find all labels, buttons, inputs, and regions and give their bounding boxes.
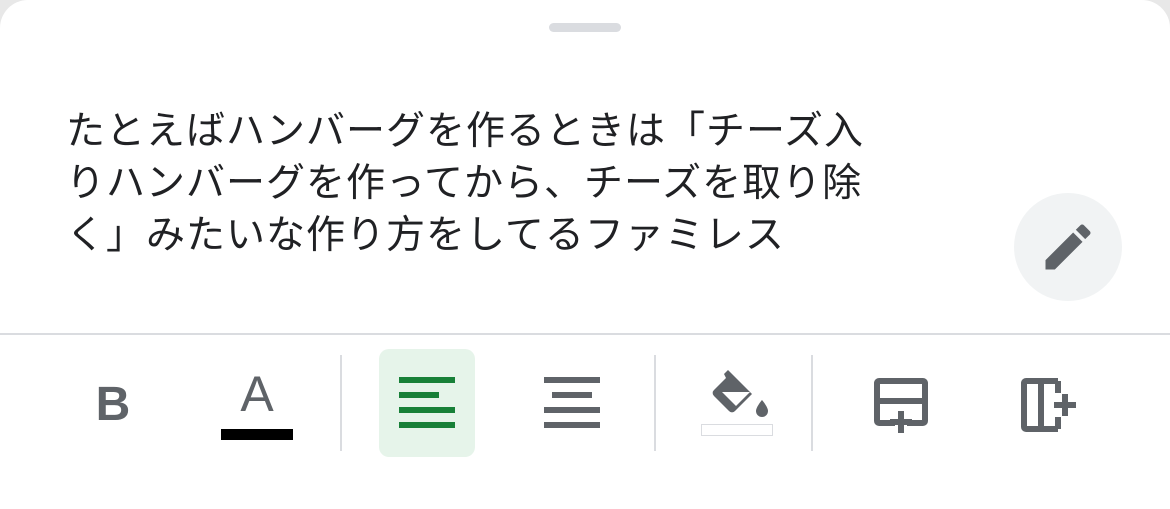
insert-row-button[interactable]	[856, 360, 946, 450]
align-center-button[interactable]	[524, 349, 620, 457]
bold-button[interactable]: B	[68, 365, 158, 445]
toolbar-separator	[654, 355, 656, 451]
align-left-button[interactable]	[379, 349, 475, 457]
pencil-icon	[1045, 224, 1091, 270]
insert-column-icon	[1021, 378, 1076, 432]
fill-color-swatch	[701, 424, 773, 436]
align-left-icon	[399, 377, 455, 428]
cell-text-line-2: りハンバーグを作ってから、チーズを取り除	[66, 161, 863, 206]
bold-icon: B	[95, 378, 131, 431]
align-center-icon	[544, 377, 600, 428]
insert-row-icon	[874, 378, 928, 433]
edit-cell-button[interactable]	[1014, 193, 1122, 301]
toolbar-separator	[340, 355, 342, 451]
text-color-icon: A	[240, 365, 274, 422]
insert-column-button[interactable]	[1003, 360, 1093, 450]
fill-color-button[interactable]	[694, 362, 780, 444]
toolbar-divider	[0, 333, 1170, 335]
cell-text-line-3: く」みたいな作り方をしてるファミレス	[66, 213, 785, 258]
bottom-sheet: たとえばハンバーグを作るときは「チーズ入 りハンバーグを作ってから、チーズを取り…	[0, 0, 1170, 509]
cell-text-line-1: たとえばハンバーグを作るときは「チーズ入	[66, 109, 865, 154]
fill-color-icon	[712, 370, 768, 417]
toolbar-separator	[811, 355, 813, 451]
text-color-swatch	[221, 428, 293, 440]
drag-handle[interactable]	[549, 23, 621, 32]
cell-content-text[interactable]: たとえばハンバーグを作るときは「チーズ入 りハンバーグを作ってから、チーズを取り…	[66, 106, 976, 262]
text-color-button[interactable]: A	[212, 362, 302, 444]
